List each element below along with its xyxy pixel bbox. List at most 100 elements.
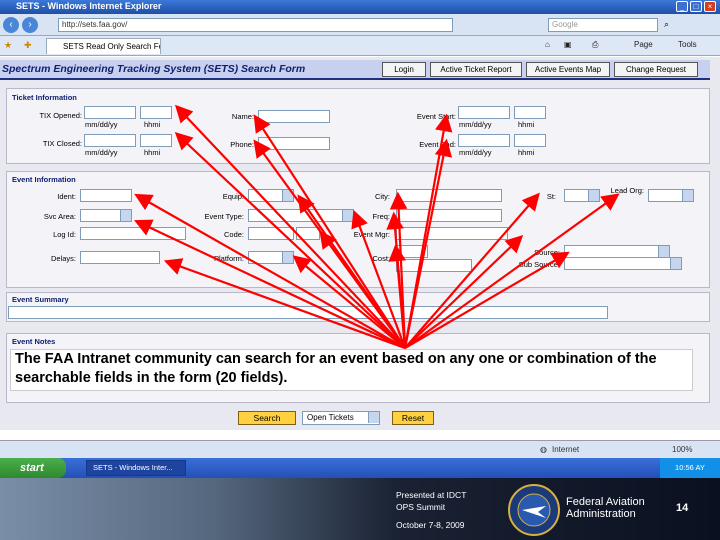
home-icon[interactable]: ⌂ <box>545 40 550 49</box>
maximize-button[interactable]: □ <box>690 1 702 12</box>
presented-date: October 7-8, 2009 <box>396 520 465 530</box>
event-summary-heading: Event Summary <box>12 295 69 304</box>
search-button[interactable]: Search <box>238 411 296 425</box>
tix-closed-label: TIX Closed: <box>42 139 82 148</box>
page-menu[interactable]: Page <box>634 40 653 49</box>
globe-icon: ◍ <box>540 445 547 454</box>
date-hint: mm/dd/yy <box>459 148 492 157</box>
status-bar: ◍ Internet 100% <box>0 440 720 458</box>
svc-area-select[interactable] <box>80 209 132 222</box>
event-start-time-input[interactable] <box>514 106 546 119</box>
feeds-icon[interactable]: ▣ <box>564 40 572 49</box>
log-id-input[interactable] <box>80 227 186 240</box>
tab-bar: ★ ✚ SETS Read Only Search Form ⌂ ▣ ⎙ Pag… <box>0 36 720 56</box>
freq-label: Freq: <box>372 212 390 221</box>
add-favorites-icon[interactable]: ✚ <box>24 40 32 51</box>
date-hint: mm/dd/yy <box>85 120 118 129</box>
st-select[interactable] <box>564 189 600 202</box>
back-icon[interactable]: ‹ <box>3 17 19 33</box>
event-notes-heading: Event Notes <box>12 337 56 346</box>
equip-label: Equip: <box>222 192 244 201</box>
search-icon[interactable]: ⌕ <box>664 19 669 30</box>
city-label: City: <box>375 192 390 201</box>
source-label: Source: <box>534 248 560 257</box>
print-icon[interactable]: ⎙ <box>592 40 598 50</box>
platform-select[interactable] <box>248 251 294 264</box>
cost-input[interactable] <box>396 259 472 272</box>
event-mgr-label: Event Mgr: <box>353 230 390 239</box>
event-start-date-input[interactable] <box>458 106 510 119</box>
event-start-label: Event Start: <box>416 112 456 121</box>
taskbar-item-sets[interactable]: SETS - Windows Inter... <box>86 460 186 476</box>
start-button[interactable]: start <box>0 458 66 478</box>
ticket-info-heading: Ticket Information <box>12 93 77 102</box>
event-summary-input[interactable] <box>8 306 608 319</box>
close-button[interactable]: × <box>704 1 716 12</box>
time-hint: hhmi <box>518 120 535 129</box>
tix-opened-label: TIX Opened: <box>39 111 82 120</box>
tools-menu[interactable]: Tools <box>678 40 697 49</box>
window-titlebar: SETS - Windows Internet Explorer _ □ × <box>0 0 720 14</box>
reset-button[interactable]: Reset <box>392 411 434 425</box>
phone-label: Phone: <box>230 140 254 149</box>
address-bar: ‹ › http://sets.faa.gov/ Google ⌕ <box>0 14 720 36</box>
presented-line1: Presented at IDCT <box>396 490 467 500</box>
taskbar-clock: 10:56 AY <box>660 458 720 478</box>
time-hint: hhmi <box>144 148 161 157</box>
agency-line2: Administration <box>566 508 636 520</box>
time-hint: hhmi <box>144 120 161 129</box>
login-button[interactable]: Login <box>382 62 426 77</box>
event-end-date-input[interactable] <box>458 134 510 147</box>
tix-opened-time-input[interactable] <box>140 106 172 119</box>
open-tickets-select[interactable]: Open Tickets <box>302 411 380 425</box>
cost-min-input[interactable] <box>396 245 428 258</box>
delays-label: Delays: <box>50 254 76 263</box>
search-input[interactable]: Google <box>548 18 658 32</box>
code-suffix-input[interactable] <box>296 227 320 240</box>
faa-seal-icon <box>508 484 560 536</box>
sub-source-select[interactable] <box>564 257 682 270</box>
event-end-time-input[interactable] <box>514 134 546 147</box>
freq-input[interactable] <box>396 209 502 222</box>
st-label: St: <box>546 192 556 201</box>
event-info-heading: Event Information <box>12 175 76 184</box>
callout-text: The FAA Intranet community can search fo… <box>10 349 693 391</box>
city-input[interactable] <box>396 189 502 202</box>
change-request-button[interactable]: Change Request <box>614 62 698 77</box>
name-label: Name: <box>231 112 254 121</box>
minimize-button[interactable]: _ <box>676 1 688 12</box>
time-hint: hhmi <box>518 148 535 157</box>
log-id-label: Log Id: <box>53 230 76 239</box>
tix-closed-date-input[interactable] <box>84 134 136 147</box>
page-number: 14 <box>676 502 689 514</box>
zoom-level[interactable]: 100% <box>672 445 692 454</box>
ident-input[interactable] <box>80 189 132 202</box>
tix-closed-time-input[interactable] <box>140 134 172 147</box>
svc-area-label: Svc Area: <box>43 212 76 221</box>
code-label: Code: <box>223 230 244 239</box>
event-mgr-input[interactable] <box>396 227 508 240</box>
zone-text: Internet <box>552 445 580 454</box>
window-title: SETS - Windows Internet Explorer <box>16 1 162 11</box>
forward-icon[interactable]: › <box>22 17 38 33</box>
favorites-star-icon[interactable]: ★ <box>4 40 12 51</box>
active-events-map-button[interactable]: Active Events Map <box>526 62 610 77</box>
platform-label: Platform: <box>213 254 244 263</box>
tab-sets[interactable]: SETS Read Only Search Form <box>46 38 161 54</box>
agency-line1: Federal Aviation <box>566 496 645 508</box>
ident-label: Ident: <box>57 192 76 201</box>
sub-source-label: Sub Source: <box>518 260 560 269</box>
page-title: Spectrum Engineering Tracking System (SE… <box>2 63 306 75</box>
name-input[interactable] <box>258 110 330 123</box>
equip-select[interactable] <box>248 189 294 202</box>
active-ticket-report-button[interactable]: Active Ticket Report <box>430 62 522 77</box>
url-input[interactable]: http://sets.faa.gov/ <box>58 18 453 32</box>
lead-org-label: Lead Org: <box>610 186 644 195</box>
code-input[interactable] <box>248 227 294 240</box>
lead-org-select[interactable] <box>648 189 694 202</box>
cost-label: Cost: <box>372 254 390 263</box>
phone-input[interactable] <box>258 137 330 150</box>
event-end-label: Event End: <box>419 140 456 149</box>
tix-opened-date-input[interactable] <box>84 106 136 119</box>
delays-input[interactable] <box>80 251 160 264</box>
